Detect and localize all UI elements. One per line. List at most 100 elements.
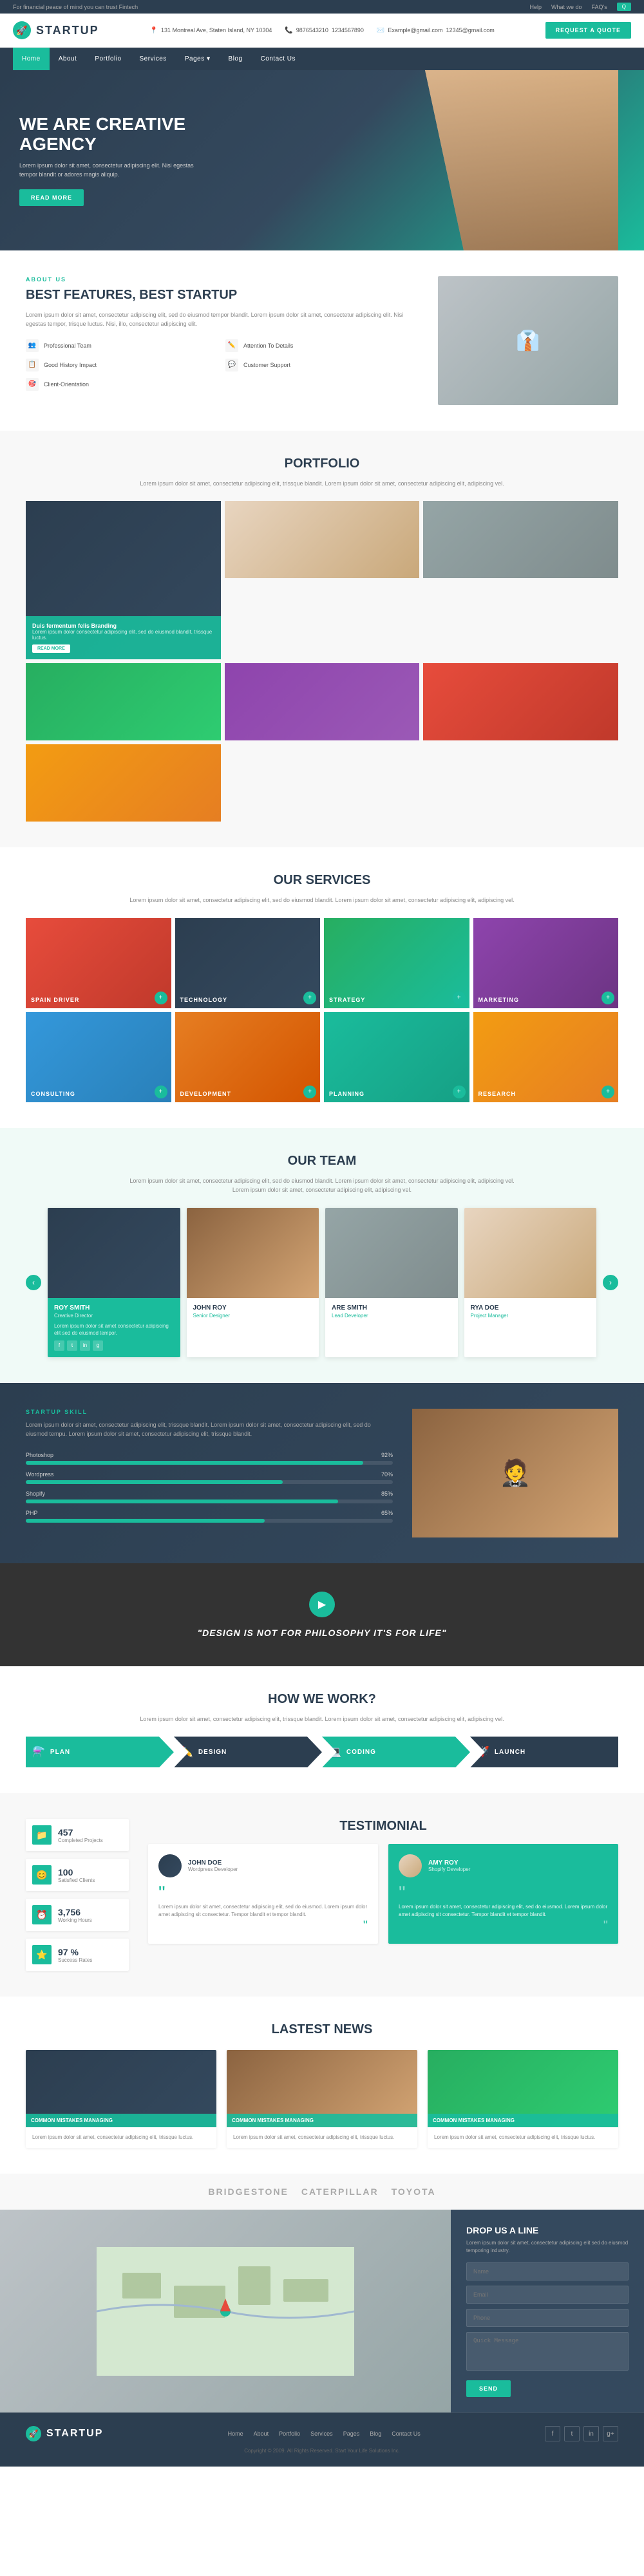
news-badge-2: COMMON MISTAKES MANAGING [227,2114,417,2127]
hero-section: WE ARE CREATIVE AGENCY Lorem ipsum dolor… [0,70,644,250]
hero-desc: Lorem ipsum dolor sit amet, consectetur … [19,162,213,179]
service-strategy[interactable]: STRATEGY + [324,918,469,1008]
nav-portfolio[interactable]: Portfolio [86,48,130,70]
close-quote-2: " [399,1919,608,1933]
service-marketing[interactable]: MARKETING + [473,918,619,1008]
nav-blog[interactable]: Blog [220,48,252,70]
footer-nav-pages[interactable]: Pages [343,2430,360,2437]
footer-nav-about[interactable]: About [254,2430,269,2437]
news-section: LASTEST NEWS COMMON MISTAKES MANAGING Lo… [0,1997,644,2174]
skill-php-label: PHP [26,1510,38,1516]
team-section: OUR TEAM Lorem ipsum dolor sit amet, con… [0,1128,644,1383]
main-nav: Home About Portfolio Services Pages ▾ Bl… [0,48,644,70]
service-name-1: SPAIN DRIVER [31,997,166,1003]
news-card-1[interactable]: COMMON MISTAKES MANAGING Lorem ipsum dol… [26,2050,216,2148]
service-spain-driver[interactable]: SPAIN DRIVER + [26,918,171,1008]
what-we-do-link[interactable]: What we do [551,4,582,10]
service-btn-3[interactable]: + [453,992,466,1004]
portfolio-item-5[interactable] [225,663,420,740]
service-btn-4[interactable]: + [601,992,614,1004]
avatar-amy [399,1854,422,1877]
service-btn-2[interactable]: + [303,992,316,1004]
skill-wordpress-fill [26,1480,283,1484]
play-button[interactable]: ▶ [309,1592,335,1617]
work-step-launch: 🚀 LAUNCH [470,1736,618,1767]
phone-field[interactable] [466,2309,629,2327]
hero-cta-button[interactable]: READ MORE [19,189,84,206]
team-card-john: JOHN ROY Senior Designer [187,1208,319,1357]
footer-nav-contact[interactable]: Contact Us [392,2430,421,2437]
nav-home[interactable]: Home [13,48,50,70]
open-quote-1: " [158,1884,368,1903]
news-card-2[interactable]: COMMON MISTAKES MANAGING Lorem ipsum dol… [227,2050,417,2148]
footer-nav-portfolio[interactable]: Portfolio [279,2430,300,2437]
skill-shopify: Shopify 85% [26,1490,393,1503]
footer-nav-services[interactable]: Services [310,2430,333,2437]
submit-button[interactable]: SEND [466,2380,511,2397]
service-research[interactable]: RESEARCH + [473,1012,619,1102]
footer-gplus-btn[interactable]: g+ [603,2426,618,2441]
footer-twitter-btn[interactable]: t [564,2426,580,2441]
service-btn-8[interactable]: + [601,1086,614,1098]
nav-contact[interactable]: Contact Us [252,48,305,70]
team-prev-btn[interactable]: ‹ [26,1275,41,1290]
skill-bars: Photoshop 92% Wordpress 70% Shopify [26,1452,393,1523]
team-next-btn[interactable]: › [603,1275,618,1290]
about-content: ABOUT US BEST FEATURES, BEST STARTUP Lor… [26,276,419,391]
name-field[interactable] [466,2262,629,2280]
footer-linkedin-btn[interactable]: in [583,2426,599,2441]
news-card-3[interactable]: COMMON MISTAKES MANAGING Lorem ipsum dol… [428,2050,618,2148]
portfolio-featured-btn[interactable]: READ MORE [32,644,70,653]
quote-button[interactable]: REQUEST A QUOTE [545,22,631,39]
about-title: BEST FEATURES, BEST STARTUP [26,288,419,303]
work-title: HOW WE WORK? [26,1692,618,1707]
portfolio-item-7[interactable] [26,744,221,822]
faq-link[interactable]: FAQ's [592,4,607,10]
email-field[interactable] [466,2286,629,2304]
portfolio-item-6[interactable] [423,663,618,740]
footer-nav-blog[interactable]: Blog [370,2430,381,2437]
service-development[interactable]: DEVELOPMENT + [175,1012,321,1102]
nav-pages[interactable]: Pages ▾ [176,48,220,70]
service-planning[interactable]: PLANNING + [324,1012,469,1102]
nav-services[interactable]: Services [131,48,176,70]
social-gp-icon[interactable]: g [93,1340,103,1351]
footer-form: DROP US A LINE Lorem ipsum dolor sit ame… [451,2210,644,2412]
work-step-plan: ⚗️ PLAN [26,1736,174,1767]
coding-icon: 💻 [328,1745,341,1758]
top-bar-links: Help What we do FAQ's Q [529,3,631,11]
social-fb-icon[interactable]: f [54,1340,64,1351]
feature-support-label: Customer Support [243,362,290,368]
footer-nav-home[interactable]: Home [228,2430,243,2437]
client-icon: 🎯 [26,378,39,391]
help-link[interactable]: Help [529,4,542,10]
portfolio-item-2[interactable] [225,501,420,578]
portfolio-featured-title: Duis fermentum felis Branding [32,623,214,629]
news-desc-3: Lorem ipsum dolor sit amet, consectetur … [434,2134,612,2141]
email-block: ✉️ Example@gmail.com 12345@gmail.com [377,27,495,34]
service-btn-1[interactable]: + [155,992,167,1004]
hero-figure [425,70,618,250]
footer-bottom: 🚀 STARTUP Home About Portfolio Services … [0,2412,644,2467]
footer-facebook-btn[interactable]: f [545,2426,560,2441]
portfolio-item-3[interactable] [423,501,618,578]
portfolio-featured[interactable]: Duis fermentum felis Branding Lorem ipsu… [26,501,221,659]
portfolio-item-4[interactable] [26,663,221,740]
top-bar-btn[interactable]: Q [617,3,631,11]
service-btn-5[interactable]: + [155,1086,167,1098]
social-in-icon[interactable]: in [80,1340,90,1351]
social-tw-icon[interactable]: t [67,1340,77,1351]
logo-icon: 🚀 [13,21,31,39]
projects-icon: 📁 [32,1825,52,1845]
nav-about[interactable]: About [50,48,86,70]
stat-success-number: 97 % [58,1947,92,1957]
message-field[interactable] [466,2332,629,2371]
service-consulting[interactable]: CONSULTING + [26,1012,171,1102]
service-btn-6[interactable]: + [303,1086,316,1098]
service-btn-7[interactable]: + [453,1086,466,1098]
service-technology[interactable]: TECHNOLOGY + [175,918,321,1008]
testimonial-amy: AMY ROY Shopify Developer " Lorem ipsum … [388,1844,618,1944]
services-desc: Lorem ipsum dolor sit amet, consectetur … [129,896,515,905]
portfolio-img-2 [225,501,420,578]
skill-label: STARTUP SKILL [26,1409,393,1415]
